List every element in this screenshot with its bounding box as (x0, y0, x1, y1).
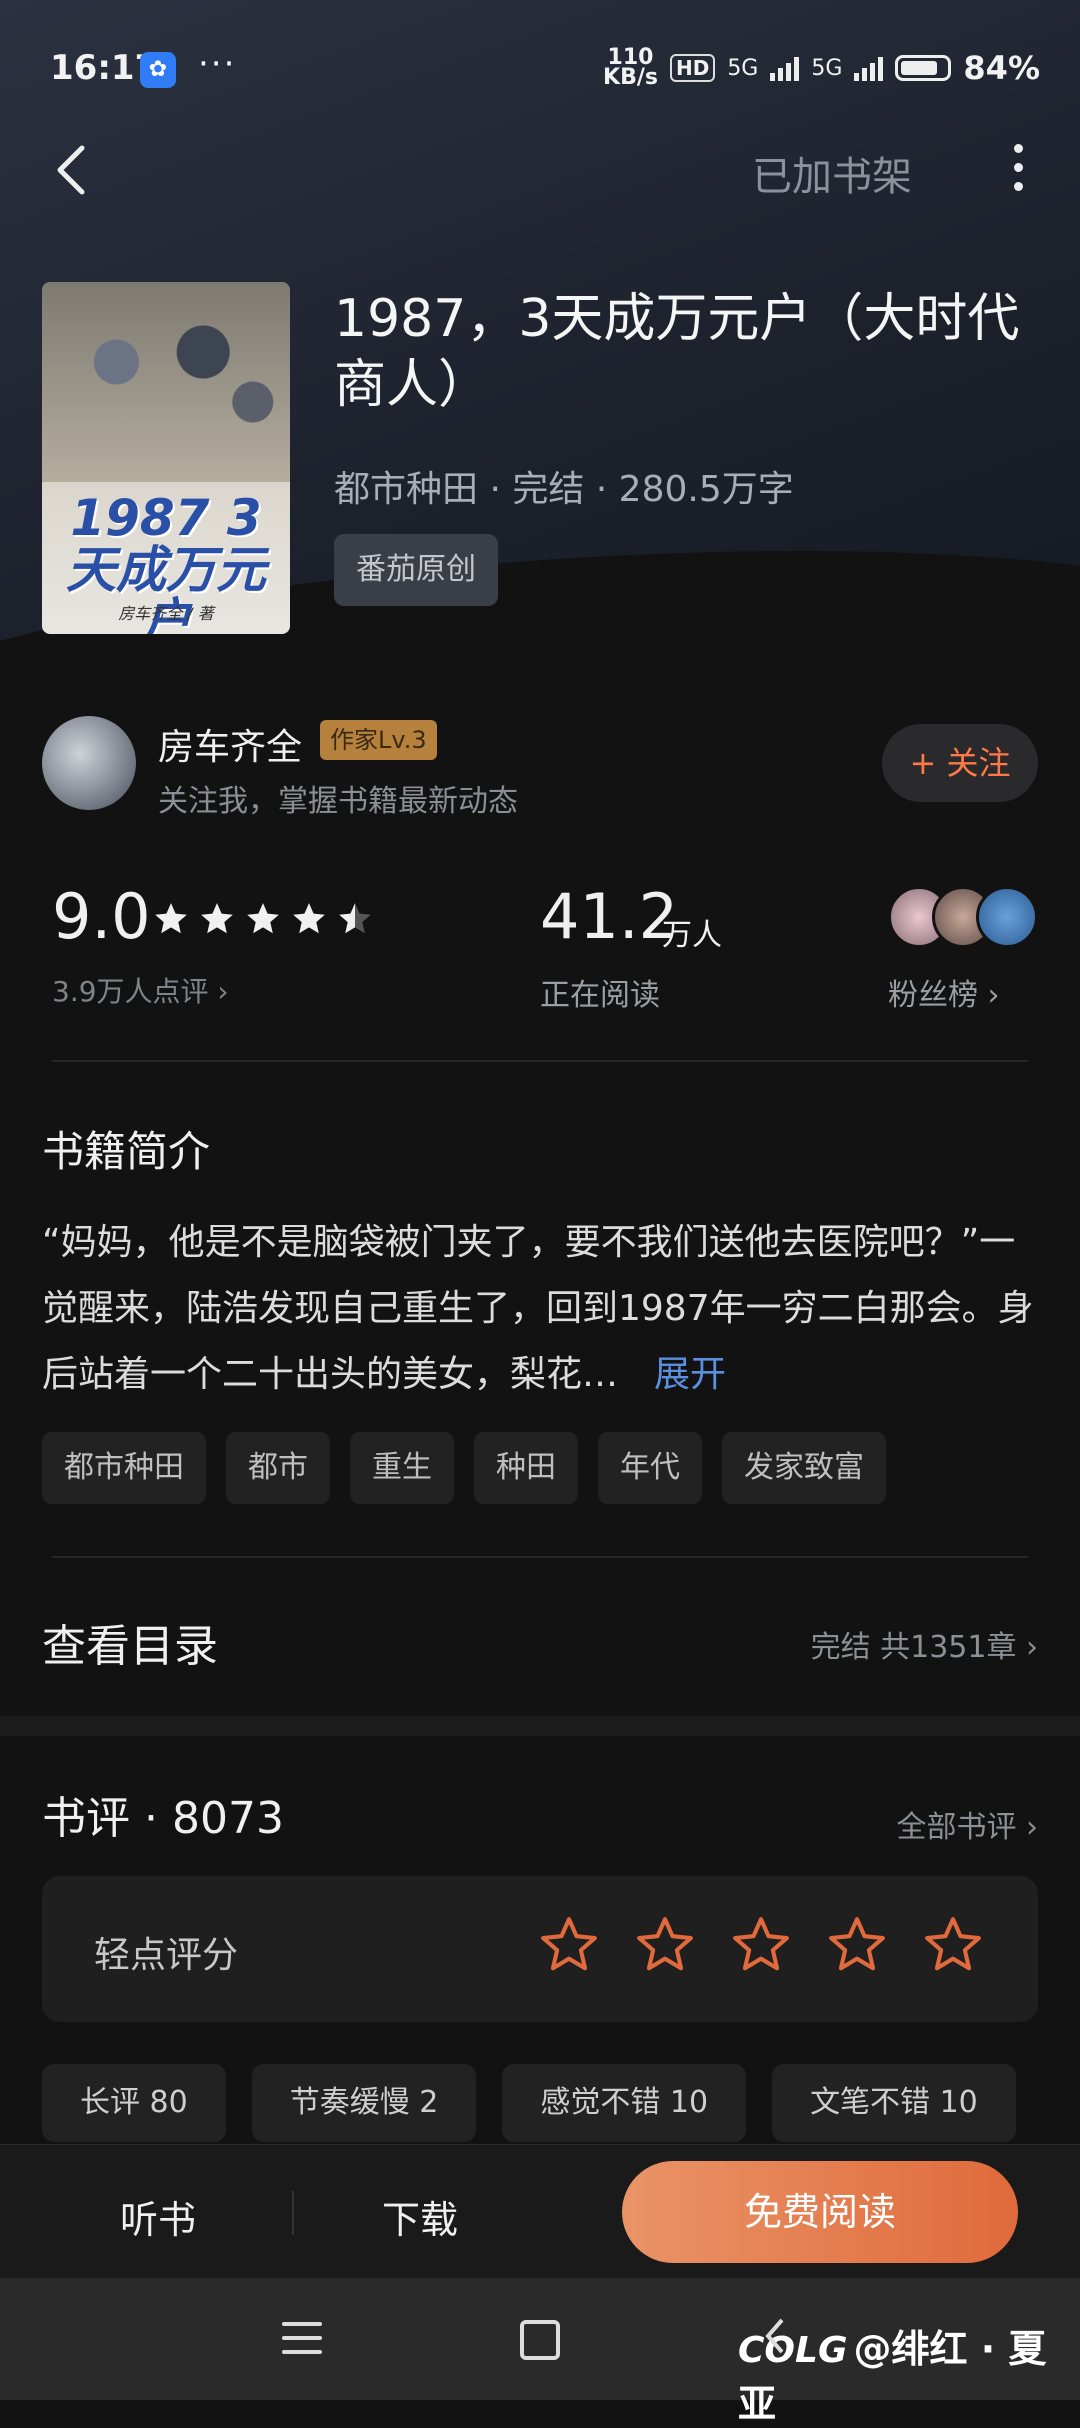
menu-line (282, 2350, 322, 2354)
back-button[interactable] (48, 140, 98, 200)
status-right: 110 KB/s HD 5G 5G 84% (603, 47, 1040, 90)
star-icon (155, 903, 187, 934)
menu-line (282, 2336, 322, 2340)
book-title: 1987，3天成万元户（大时代商人） (334, 289, 1020, 415)
review-filter-chip[interactable]: 长评 80 (42, 2064, 226, 2142)
stats-row: 9.0 3.9万人点评 › 41.2 万人 正在阅读 粉丝榜 › (42, 880, 1038, 1020)
status-bar: 16:17 ✿ ··· 110 KB/s HD 5G 5G 84% (0, 0, 1080, 140)
author-name[interactable]: 房车齐全 (158, 718, 302, 770)
author-level-badge: 作家Lv.3 (320, 720, 437, 760)
rate-star-icon[interactable] (922, 1914, 984, 1976)
reviews-heading: 书评 · 8073 (42, 1793, 284, 1844)
system-nav-bar: COLG @绯红 · 夏亚 (0, 2278, 1080, 2426)
menu-icon (282, 2322, 322, 2326)
divider (292, 2191, 294, 2235)
network-5g-label-2: 5G (811, 55, 843, 81)
genre-tags: 都市种田 都市 重生 种田 年代 发家致富 (42, 1432, 886, 1504)
book-meta: 都市种田 · 完结 · 280.5万字 (334, 469, 794, 510)
free-read-button[interactable]: 免费阅读 (622, 2161, 1018, 2263)
genre-tag[interactable]: 都市种田 (42, 1432, 206, 1504)
signal-icon-2 (854, 55, 884, 81)
author-avatar[interactable] (42, 716, 136, 810)
rating-score: 9.0 (52, 880, 151, 953)
author-row[interactable]: 房车齐全 作家Lv.3 关注我，掌握书籍最新动态 + 关注 (42, 716, 1038, 819)
review-filter-chips: 长评 80 节奏缓慢 2 感觉不错 10 文笔不错 10 (42, 2064, 1016, 2142)
synopsis-body: “妈妈，他是不是脑袋被门夹了，要不我们送他去医院吧？”一觉醒来，陆浩发现自己重生… (42, 1222, 1034, 1395)
synopsis-heading: 书籍简介 (42, 1127, 211, 1176)
signal-icon (770, 55, 800, 81)
all-reviews-link[interactable]: 全部书评 › (896, 1802, 1038, 1846)
divider (52, 1060, 1028, 1062)
top-nav: 已加书架 (0, 130, 1080, 210)
expand-link[interactable]: 展开 (654, 1354, 726, 1395)
rate-stars (538, 1914, 984, 1976)
genre-tag[interactable]: 发家致富 (722, 1432, 886, 1504)
cover-author: 房车齐全 / 著 (118, 604, 214, 623)
battery-icon (895, 55, 952, 81)
battery-percent: 84% (963, 49, 1040, 87)
toc-title: 查看目录 (42, 1621, 218, 1672)
genre-tag[interactable]: 年代 (598, 1432, 702, 1504)
more-vertical-icon (1013, 144, 1023, 153)
genre-tag[interactable]: 重生 (350, 1432, 454, 1504)
cover-illustration (42, 282, 290, 482)
star-icon (247, 903, 279, 934)
genre-tag[interactable]: 种田 (474, 1432, 578, 1504)
review-filter-chip[interactable]: 节奏缓慢 2 (251, 2064, 477, 2142)
star-icon (339, 903, 371, 934)
reading-unit: 万人 (662, 918, 722, 953)
rate-box: 轻点评分 (42, 1876, 1038, 2022)
rate-star-icon[interactable] (634, 1914, 696, 1976)
divider (52, 1556, 1028, 1558)
review-filter-chip[interactable]: 感觉不错 10 (502, 2064, 747, 2142)
reading-label: 正在阅读 (540, 978, 660, 1013)
speed-unit: KB/s (603, 65, 658, 90)
download-button[interactable]: 下载 (382, 2189, 458, 2244)
rating-stars (152, 900, 374, 938)
genre-tag[interactable]: 都市 (226, 1432, 330, 1504)
chevron-left-icon (57, 145, 85, 195)
network-5g-label: 5G (727, 55, 759, 81)
rate-star-icon[interactable] (538, 1914, 600, 1976)
bottom-action-bar: 听书 下载 免费阅读 (0, 2144, 1080, 2279)
more-dot (1013, 182, 1023, 191)
network-speed: 110 KB/s (603, 47, 658, 90)
listen-button[interactable]: 听书 (120, 2189, 196, 2244)
review-filter-chip[interactable]: 文笔不错 10 (772, 2064, 1016, 2142)
baidu-icon: ✿ (140, 52, 176, 88)
added-to-shelf-label[interactable]: 已加书架 (752, 144, 912, 202)
watermark-logo: COLG (738, 2330, 848, 2371)
book-cover[interactable]: 1987 3天成万元户 房车齐全 / 著 (42, 282, 290, 634)
table-of-contents-row[interactable]: 查看目录 完结 共1351章 › (42, 1600, 1038, 1680)
star-icon (293, 903, 325, 934)
hd-icon: HD (669, 54, 716, 82)
fan-avatars[interactable] (888, 886, 1038, 948)
fan-avatar (976, 886, 1038, 948)
more-dot (1013, 163, 1023, 172)
toc-status: 完结 共1351章 › (810, 1630, 1038, 1665)
more-menu-button[interactable] (1000, 140, 1036, 200)
follow-button[interactable]: + 关注 (882, 724, 1038, 802)
rate-label: 轻点评分 (94, 1935, 239, 1976)
more-notifications-icon: ··· (198, 44, 237, 84)
home-button[interactable] (520, 2320, 560, 2360)
recent-apps-button[interactable] (282, 2322, 322, 2364)
synopsis-text[interactable]: “妈妈，他是不是脑袋被门夹了，要不我们送他去医院吧？”一觉醒来，陆浩发现自己重生… (42, 1210, 1038, 1408)
fans-rank-link[interactable]: 粉丝榜 › (888, 970, 1000, 1014)
rating-count-link[interactable]: 3.9万人点评 › (52, 970, 229, 1010)
rate-star-icon[interactable] (730, 1914, 792, 1976)
star-icon (201, 903, 233, 934)
rate-star-icon[interactable] (826, 1914, 888, 1976)
system-back-button[interactable] (760, 2316, 790, 2356)
reading-count: 41.2 (540, 880, 679, 953)
book-origin-tag[interactable]: 番茄原创 (334, 534, 498, 606)
section-separator (0, 1716, 1080, 1736)
author-subtitle: 关注我，掌握书籍最新动态 (158, 784, 518, 819)
